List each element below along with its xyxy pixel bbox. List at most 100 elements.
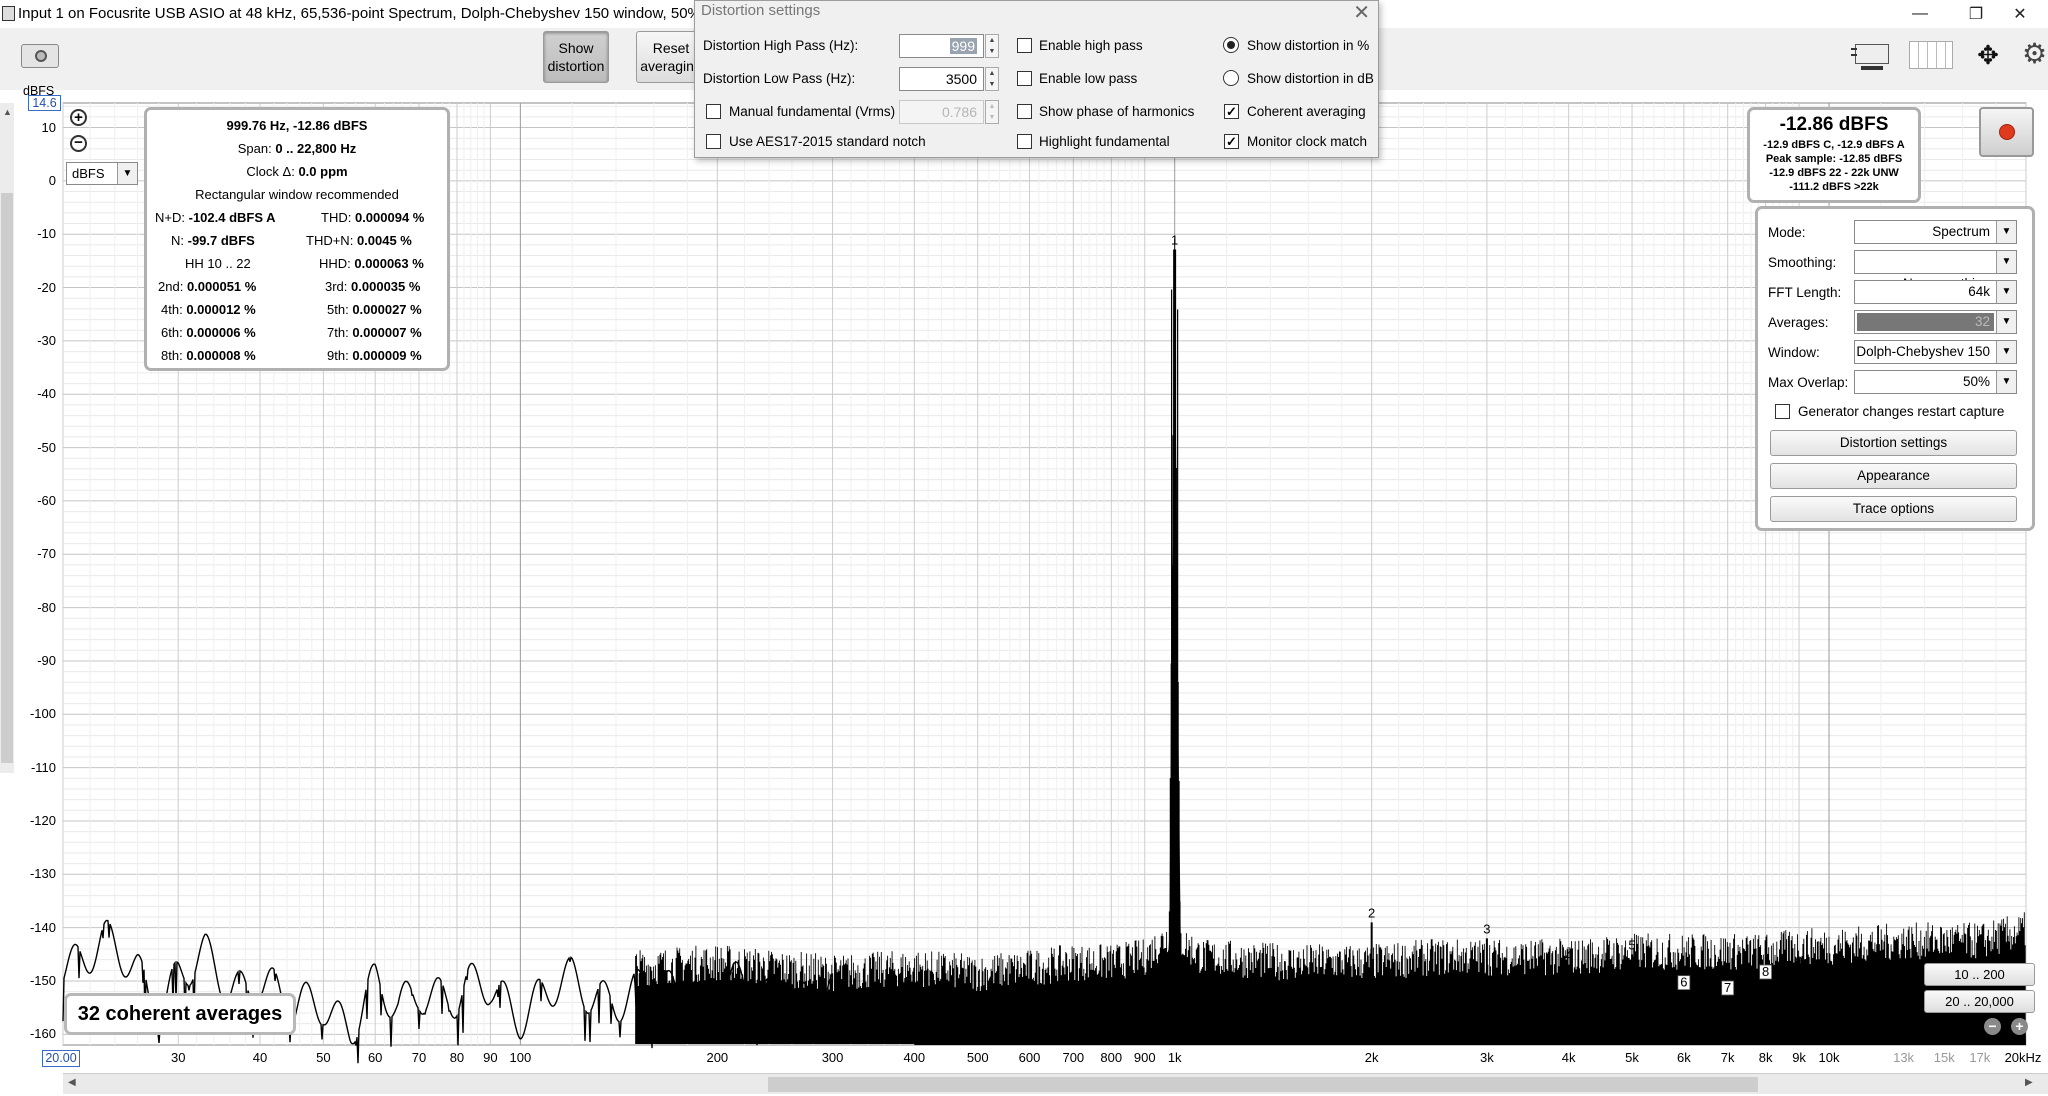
level-readout-line1: -12.9 dBFS C, -12.9 dBFS A bbox=[1763, 139, 1905, 151]
thdn-label: THD+N: bbox=[306, 233, 354, 248]
chevron-down-icon: ▼ bbox=[1996, 281, 2016, 303]
minimize-button[interactable]: — bbox=[1892, 0, 1948, 28]
harmonic-label-6: 6 bbox=[1680, 975, 1687, 990]
manual-fundamental-input[interactable]: 0.786 bbox=[899, 100, 984, 124]
max-overlap-select[interactable]: 50% ▼ bbox=[1854, 370, 2017, 394]
scroll-thumb[interactable] bbox=[768, 1077, 1758, 1092]
unit-select[interactable]: dBFS ▼ bbox=[66, 162, 138, 185]
level-readout-line4: -111.2 dBFS >22k bbox=[1789, 181, 1879, 193]
mode-value: Spectrum bbox=[1932, 224, 1990, 239]
fft-length-select[interactable]: 64k ▼ bbox=[1854, 280, 2017, 304]
app-icon bbox=[2, 6, 15, 21]
enable-low-pass-label: Enable low pass bbox=[1039, 71, 1138, 86]
high-pass-input[interactable]: 999 bbox=[899, 34, 984, 58]
x-tick-label: 100 bbox=[509, 1050, 532, 1065]
x-zoom-out-icon[interactable]: − bbox=[1984, 1018, 2001, 1035]
scroll-left-icon[interactable]: ◀ bbox=[68, 1077, 76, 1088]
generator-restart-checkbox[interactable] bbox=[1775, 404, 1790, 419]
level-readout-main: -12.86 dBFS bbox=[1779, 114, 1889, 135]
averages-select[interactable]: 32 ▼ bbox=[1854, 310, 2017, 334]
fft-length-value: 64k bbox=[1968, 284, 1990, 299]
x-tick-label: 300 bbox=[821, 1050, 844, 1065]
harmonic-label-8: 8 bbox=[1762, 964, 1769, 979]
show-db-radio[interactable] bbox=[1223, 70, 1239, 86]
appearance-button[interactable]: Appearance bbox=[1770, 463, 2017, 489]
window-select[interactable]: Dolph-Chebyshev 150 ▼ bbox=[1854, 340, 2017, 364]
zoom-out-icon[interactable]: − bbox=[70, 135, 87, 152]
low-pass-spinner[interactable]: ▲ ▼ bbox=[985, 67, 999, 91]
h2-label: 2nd: bbox=[158, 279, 184, 294]
window-value: Dolph-Chebyshev 150 bbox=[1856, 344, 1990, 359]
vertical-scrollbar[interactable]: ▲ bbox=[0, 103, 14, 773]
clock-label: Clock Δ: bbox=[246, 164, 295, 179]
clock-readout: Clock Δ: 0.0 ppm bbox=[147, 164, 447, 179]
harmonic-label-3: 3 bbox=[1483, 921, 1490, 936]
highlight-fundamental-checkbox[interactable] bbox=[1017, 134, 1032, 149]
span-readout: Span: 0 .. 22,800 Hz bbox=[147, 141, 447, 156]
harmonic-label-9: 9 bbox=[1795, 953, 1802, 968]
y-tick-label: -20 bbox=[37, 279, 56, 295]
x-tick-label: 40 bbox=[252, 1050, 268, 1065]
scroll-right-icon[interactable]: ▶ bbox=[2025, 1077, 2033, 1088]
reset-line1: Reset bbox=[652, 40, 690, 56]
show-percent-radio[interactable] bbox=[1223, 37, 1239, 53]
show-distortion-button[interactable]: Show distortion bbox=[543, 31, 609, 83]
span-value: 0 .. 22,800 Hz bbox=[275, 141, 357, 156]
harmonic-label-2: 2 bbox=[1368, 905, 1375, 920]
high-pass-spinner[interactable]: ▲ ▼ bbox=[985, 34, 999, 58]
gear-icon[interactable]: ⚙ bbox=[2022, 39, 2048, 69]
y-tick-label: -40 bbox=[37, 386, 56, 402]
distortion-settings-button[interactable]: Distortion settings bbox=[1770, 430, 2017, 456]
horizontal-scrollbar[interactable]: ◀ ▶ bbox=[63, 1073, 2048, 1094]
y-tick-label: -100 bbox=[29, 706, 56, 722]
show-distortion-line1: Show bbox=[558, 40, 594, 56]
manual-fundamental-checkbox[interactable] bbox=[706, 104, 721, 119]
distortion-info-panel: 999.76 Hz, -12.86 dBFS Span: 0 .. 22,800… bbox=[144, 107, 450, 371]
show-phase-checkbox[interactable] bbox=[1017, 104, 1032, 119]
x-zoom-in-icon[interactable]: + bbox=[2011, 1018, 2028, 1035]
enable-low-pass-checkbox[interactable] bbox=[1017, 71, 1032, 86]
close-button[interactable]: ✕ bbox=[1992, 0, 2048, 28]
smoothing-select[interactable]: No smoothing ▼ bbox=[1854, 250, 2017, 291]
enable-high-pass-checkbox[interactable] bbox=[1017, 38, 1032, 53]
record-button[interactable] bbox=[1979, 107, 2034, 157]
y-top-value[interactable]: 14.6 bbox=[28, 95, 61, 111]
y-tick-label: -90 bbox=[37, 652, 56, 668]
averages-count-label: 32 coherent averages bbox=[64, 993, 296, 1035]
coherent-averaging-checkbox[interactable]: ✓ bbox=[1224, 104, 1239, 119]
chevron-down-icon: ▼ bbox=[1996, 251, 2016, 273]
columns-icon[interactable] bbox=[1909, 41, 1953, 69]
trace-options-button[interactable]: Trace options bbox=[1770, 496, 2017, 522]
manual-fundamental-spinner[interactable]: ▲ ▼ bbox=[985, 100, 999, 124]
y-tick-label: -50 bbox=[37, 439, 56, 455]
show-distortion-line2: distortion bbox=[547, 58, 605, 74]
low-pass-input[interactable]: 3500 bbox=[899, 67, 984, 91]
x-tick-label: 1k bbox=[1167, 1050, 1182, 1065]
range-10-200-button[interactable]: 10 .. 200 bbox=[1924, 963, 2035, 986]
mode-select[interactable]: Spectrum ▼ bbox=[1854, 220, 2017, 244]
nd-value: -102.4 dBFS A bbox=[188, 210, 276, 225]
camera-icon[interactable] bbox=[21, 44, 59, 68]
h4-row: 4th: 0.000012 % bbox=[161, 302, 256, 317]
x-start-value[interactable]: 20.00 bbox=[42, 1050, 80, 1067]
n-row: N: -99.7 dBFS bbox=[171, 233, 255, 248]
generator-restart-label: Generator changes restart capture bbox=[1798, 404, 2005, 419]
x-tick-label: 500 bbox=[966, 1050, 989, 1065]
level-readout-panel: -12.86 dBFS -12.9 dBFS C, -12.9 dBFS A P… bbox=[1747, 107, 1921, 203]
fit-arrows-icon[interactable]: ✥ bbox=[1966, 38, 2010, 72]
graph-layout-icon[interactable] bbox=[1851, 40, 1895, 70]
zoom-in-icon[interactable]: + bbox=[70, 109, 87, 126]
y-tick-label: -80 bbox=[37, 599, 56, 615]
coherent-averaging-label: Coherent averaging bbox=[1247, 104, 1366, 119]
range-20-20000-button[interactable]: 20 .. 20,000 bbox=[1924, 990, 2035, 1013]
h5-value: 0.000027 % bbox=[352, 302, 422, 317]
aes17-checkbox[interactable] bbox=[706, 134, 721, 149]
y-tick-label: -60 bbox=[37, 492, 56, 508]
thd-row: THD: 0.000094 % bbox=[321, 210, 424, 225]
averages-value: 32 bbox=[1974, 314, 1990, 329]
n-value: -99.7 dBFS bbox=[187, 233, 255, 248]
monitor-clock-checkbox[interactable]: ✓ bbox=[1224, 134, 1239, 149]
hh-label: HH 10 .. 22 bbox=[185, 256, 251, 271]
y-tick-label: 10 bbox=[41, 119, 56, 135]
dialog-close-icon[interactable]: ✕ bbox=[1353, 0, 1370, 25]
